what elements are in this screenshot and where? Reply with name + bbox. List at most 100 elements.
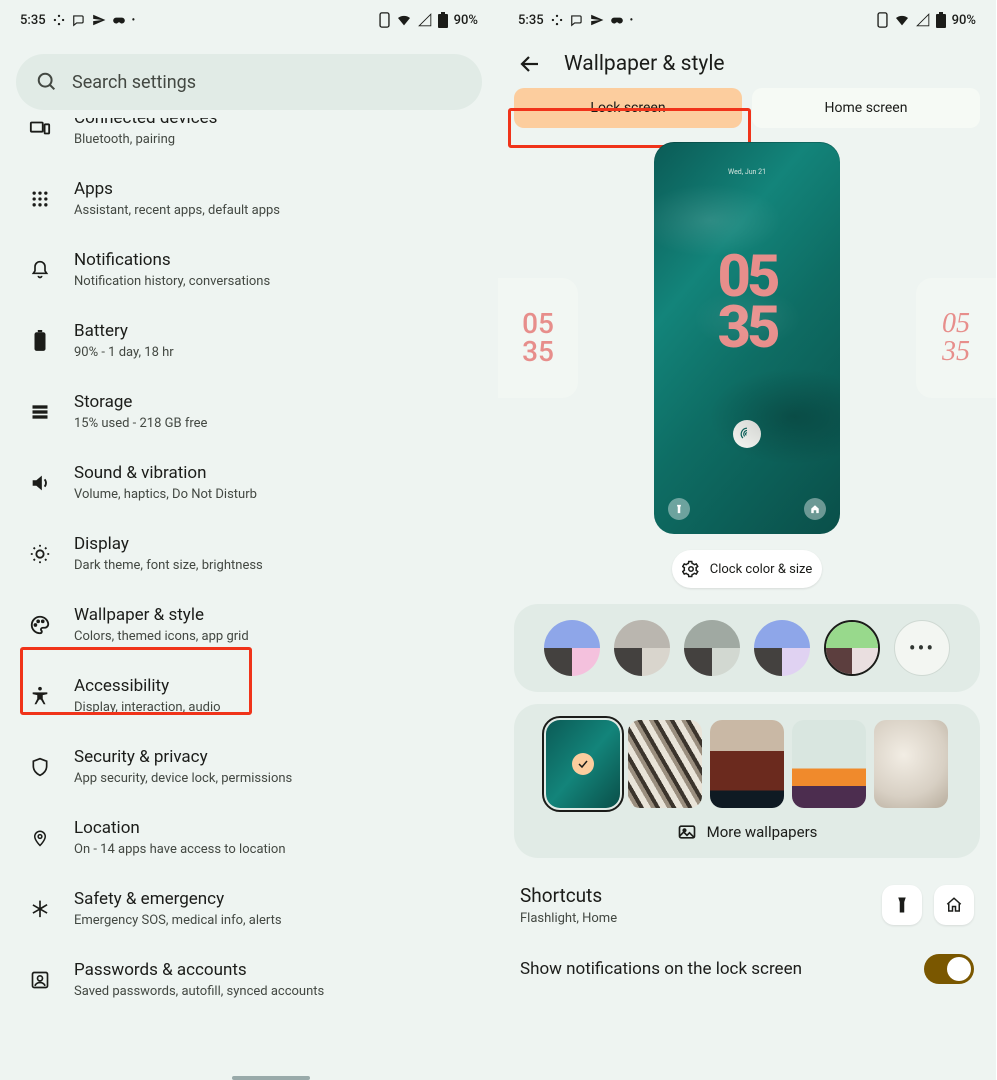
settings-item-apps[interactable]: Apps Assistant, recent apps, default apps	[0, 163, 498, 234]
settings-item-storage[interactable]: Storage15% used - 218 GB free	[0, 376, 498, 447]
battery-percent: 90%	[454, 13, 478, 28]
settings-item-subtitle: 90% - 1 day, 18 hr	[74, 345, 470, 360]
check-icon	[572, 753, 594, 775]
shortcuts-row[interactable]: Shortcuts Flashlight, Home	[498, 870, 996, 940]
settings-item-subtitle: Volume, haptics, Do Not Disturb	[74, 487, 470, 502]
color-palette-panel	[514, 604, 980, 692]
clock-option-prev[interactable]: 05 35	[498, 278, 578, 398]
settings-item-passwords-accounts[interactable]: Passwords & accounts Saved passwords, aut…	[0, 944, 498, 1015]
clock-style-block: 05 35	[522, 310, 554, 366]
lock-preview-row: 05 35 Wed, Jun 21 05 35 05 35	[498, 138, 996, 538]
chat-icon	[72, 13, 86, 27]
settings-item-subtitle: On - 14 apps have access to location	[74, 842, 470, 857]
send-icon	[92, 13, 106, 27]
settings-item-notifications[interactable]: NotificationsNotification history, conve…	[0, 234, 498, 305]
lock-notifications-toggle[interactable]	[924, 954, 974, 984]
home-chip[interactable]	[934, 885, 974, 925]
game-icon	[112, 13, 126, 27]
settings-item-title: Display	[74, 534, 470, 554]
settings-item-display[interactable]: Display Dark theme, font size, brightness	[0, 518, 498, 589]
wifi-icon	[396, 13, 412, 27]
tab-lock-screen[interactable]: Lock screen	[514, 88, 742, 128]
settings-item-sound-vibration[interactable]: Sound & vibrationVolume, haptics, Do Not…	[0, 447, 498, 518]
palette-swatch-2[interactable]	[614, 620, 670, 676]
wallpaper-thumb-1[interactable]	[546, 720, 620, 808]
image-icon	[677, 822, 697, 842]
preview-clock: 05 35	[718, 252, 777, 354]
toggle-knob	[947, 957, 971, 981]
settings-item-subtitle: Notification history, conversations	[74, 274, 470, 289]
settings-item-subtitle: App security, device lock, permissions	[74, 771, 470, 786]
wallpaper-thumb-4[interactable]	[792, 720, 866, 808]
settings-item-title: Accessibility	[74, 676, 470, 696]
battery-icon	[936, 12, 946, 28]
settings-item-connected-devices[interactable]: Connected devicesBluetooth, pairing	[0, 118, 498, 163]
shortcuts-title: Shortcuts	[520, 884, 617, 907]
sound-icon	[28, 471, 52, 495]
status-bar: 5:35 • 90%	[498, 0, 996, 40]
wallpaper-thumb-5[interactable]	[874, 720, 948, 808]
status-time: 5:35	[20, 13, 46, 28]
clock-style-script: 05 35	[942, 310, 970, 366]
settings-item-subtitle: Dark theme, font size, brightness	[74, 558, 470, 573]
wallpaper-picker-panel: More wallpapers	[514, 704, 980, 858]
bell-icon	[28, 258, 52, 282]
search-icon	[36, 71, 58, 93]
scrollbar[interactable]	[232, 1076, 310, 1080]
lock-notifications-row[interactable]: Show notifications on the lock screen	[498, 940, 996, 998]
settings-item-title: Apps	[74, 179, 470, 199]
settings-item-title: Passwords & accounts	[74, 960, 470, 980]
flashlight-icon	[893, 896, 911, 914]
battery-icon	[28, 329, 52, 353]
wallpaper-row	[530, 720, 964, 808]
chat-icon	[570, 13, 584, 27]
more-wallpapers-button[interactable]: More wallpapers	[530, 822, 964, 842]
palette-row	[530, 620, 964, 676]
settings-item-subtitle: Emergency SOS, medical info, alerts	[74, 913, 470, 928]
devices-icon	[28, 118, 52, 140]
accessibility-icon	[28, 684, 52, 708]
shield-icon	[28, 755, 52, 779]
flashlight-shortcut-preview	[668, 498, 690, 520]
palette-swatch-1[interactable]	[544, 620, 600, 676]
settings-item-title: Security & privacy	[74, 747, 470, 767]
apps-icon	[28, 187, 52, 211]
home-shortcut-preview	[804, 498, 826, 520]
palette-more[interactable]	[894, 620, 950, 676]
lock-screen-preview[interactable]: Wed, Jun 21 05 35	[654, 142, 840, 534]
settings-item-battery[interactable]: Battery90% - 1 day, 18 hr	[0, 305, 498, 376]
settings-item-subtitle: Saved passwords, autofill, synced accoun…	[74, 984, 470, 999]
settings-item-accessibility[interactable]: Accessibility Display, interaction, audio	[0, 660, 498, 731]
slack-icon	[550, 13, 564, 27]
clock-option-next[interactable]: 05 35	[916, 278, 996, 398]
tab-home-screen[interactable]: Home screen	[752, 88, 980, 128]
lock-notifications-label: Show notifications on the lock screen	[520, 959, 802, 979]
battery-icon	[438, 12, 448, 28]
settings-item-safety-emergency[interactable]: Safety & emergency Emergency SOS, medical…	[0, 873, 498, 944]
page-title: Wallpaper & style	[564, 52, 725, 76]
fingerprint-icon	[733, 420, 761, 448]
settings-item-location[interactable]: LocationOn - 14 apps have access to loca…	[0, 802, 498, 873]
clock-color-size-chip[interactable]: Clock color & size	[672, 550, 822, 588]
search-settings[interactable]: Search settings	[16, 54, 482, 110]
settings-item-title: Safety & emergency	[74, 889, 470, 909]
send-icon	[590, 13, 604, 27]
settings-item-subtitle: 15% used - 218 GB free	[74, 416, 470, 431]
wallpaper-thumb-3[interactable]	[710, 720, 784, 808]
settings-screen: 5:35 • 90% Search settings Connected dev…	[0, 0, 498, 1080]
settings-item-security-privacy[interactable]: Security & privacy App security, device l…	[0, 731, 498, 802]
settings-item-subtitle: Display, interaction, audio	[74, 700, 470, 715]
palette-swatch-5[interactable]	[824, 620, 880, 676]
person-box-icon	[28, 968, 52, 992]
flashlight-chip[interactable]	[882, 885, 922, 925]
wallpaper-thumb-2[interactable]	[628, 720, 702, 808]
settings-item-subtitle: Bluetooth, pairing	[74, 132, 470, 147]
settings-item-wallpaper-style[interactable]: Wallpaper & styleColors, themed icons, a…	[0, 589, 498, 660]
shortcuts-subtitle: Flashlight, Home	[520, 911, 617, 926]
palette-swatch-4[interactable]	[754, 620, 810, 676]
back-icon[interactable]	[518, 52, 542, 76]
settings-item-title: Wallpaper & style	[74, 605, 470, 625]
settings-item-subtitle: Assistant, recent apps, default apps	[74, 203, 470, 218]
preview-date: Wed, Jun 21	[728, 168, 766, 176]
palette-swatch-3[interactable]	[684, 620, 740, 676]
